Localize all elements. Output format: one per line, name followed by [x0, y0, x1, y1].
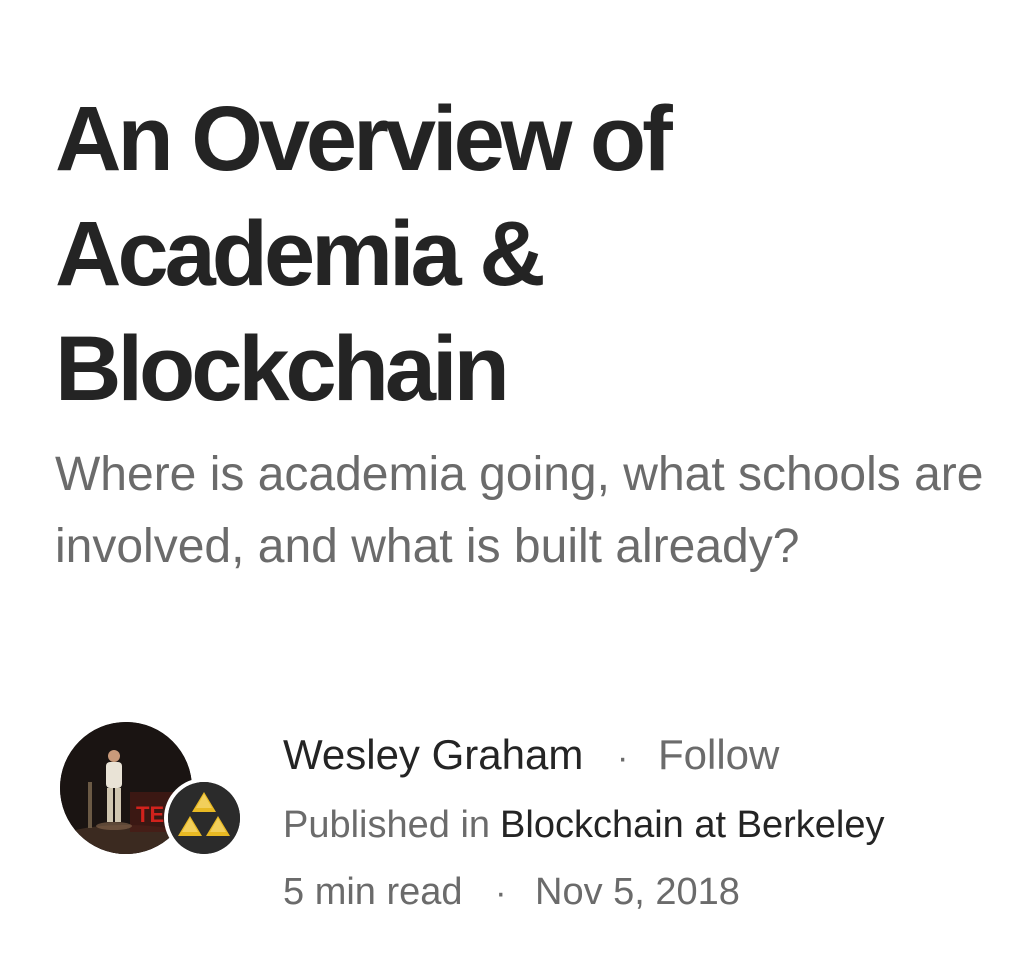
publication-row: Published in Blockchain at Berkeley: [283, 790, 1003, 860]
article-title-line-3: Blockchain: [55, 318, 510, 420]
article-title-line-2: Academia &: [55, 203, 546, 305]
reading-info-row: 5 min read · Nov 5, 2018: [283, 860, 1003, 924]
svg-text:TE: TE: [136, 802, 164, 827]
article-subtitle: Where is academia going, what schools ar…: [55, 448, 984, 573]
article-header: An Overview of Academia & Blockchain Whe…: [55, 82, 995, 583]
byline: TE Wesley Graham · Follow Published in B…: [60, 720, 1000, 920]
publish-date: Nov 5, 2018: [535, 871, 740, 913]
avatar-group: TE: [60, 720, 244, 860]
author-name-link[interactable]: Wesley Graham: [283, 731, 583, 778]
follow-button[interactable]: Follow: [658, 731, 779, 778]
blockchain-at-berkeley-logo-icon: [168, 782, 240, 854]
published-in-label: Published in: [283, 804, 491, 846]
article-title: An Overview of Academia & Blockchain: [55, 82, 995, 427]
article-title-line-1: An Overview of: [55, 88, 673, 190]
publication-avatar[interactable]: [164, 778, 244, 858]
separator-dot: ·: [495, 874, 507, 912]
separator-dot: ·: [617, 739, 629, 777]
read-time: 5 min read: [283, 871, 463, 913]
byline-meta: Wesley Graham · Follow Published in Block…: [283, 720, 1003, 924]
publication-link[interactable]: Blockchain at Berkeley: [500, 804, 884, 846]
author-row: Wesley Graham · Follow: [283, 720, 1003, 790]
